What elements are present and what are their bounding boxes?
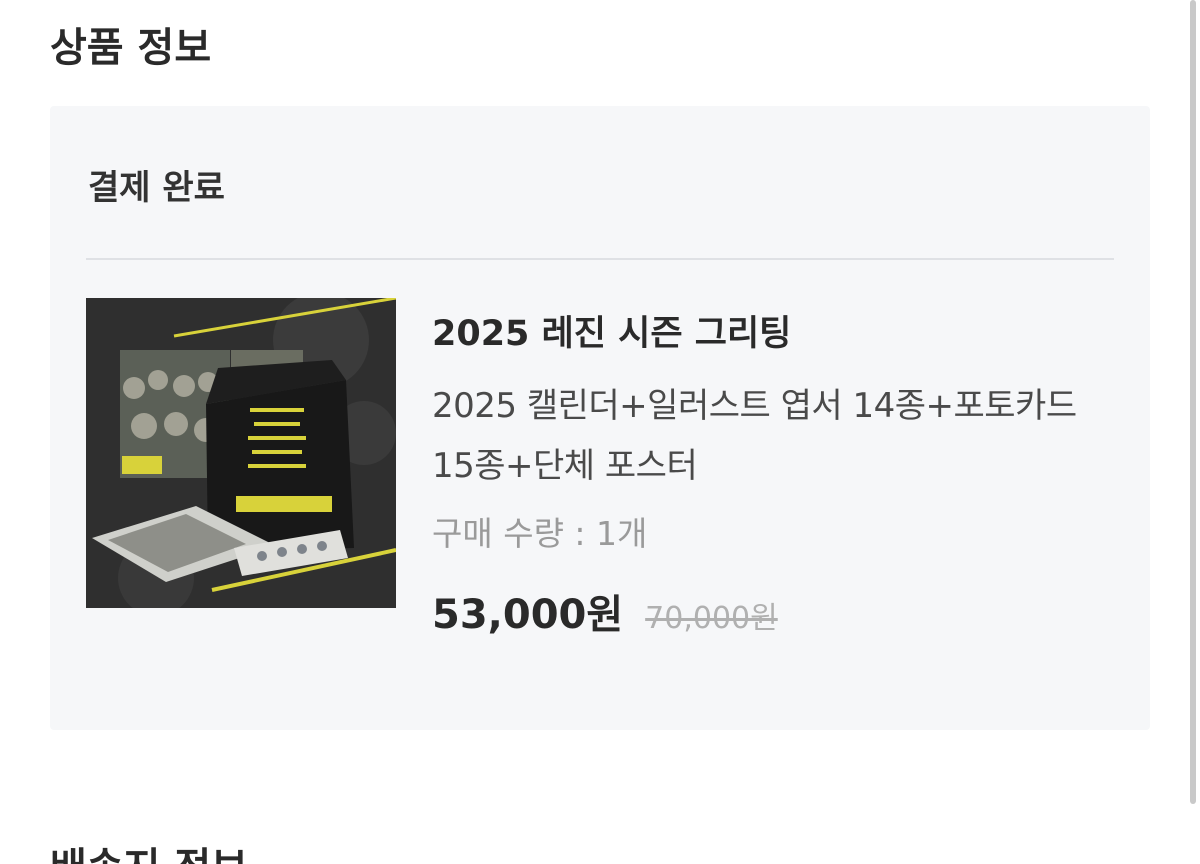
product-info: 2025 레진 시즌 그리팅 2025 캘린더+일러스트 엽서 14종+포토카드…: [432, 310, 1122, 640]
quantity-row: 구매 수량 : 1개: [432, 510, 1122, 558]
product-name[interactable]: 2025 레진 시즌 그리팅: [432, 310, 1122, 358]
order-card: 결제 완료 2025 레진 시즌 그리팅 2025 캘린더+일러스트 엽서 14…: [50, 106, 1150, 730]
page: 상품 정보 결제 완료 2025 레진 시즌 그리팅 2025 캘린더+일러스트…: [0, 0, 1200, 864]
product-thumbnail[interactable]: [86, 298, 396, 608]
order-status: 결제 완료: [88, 168, 225, 208]
original-price: 70,000원: [645, 601, 778, 636]
scrollbar[interactable]: [1190, 0, 1196, 804]
divider: [86, 258, 1114, 260]
price-row: 53,000원 70,000원: [432, 582, 1122, 640]
product-description: 2025 캘린더+일러스트 엽서 14종+포토카드 15종+단체 포스터: [432, 386, 1077, 486]
quantity-label: 구매 수량 :: [432, 514, 597, 553]
shipping-section-title: 배송지 정보: [50, 842, 248, 864]
quantity-value: 1개: [596, 514, 648, 553]
sale-price: 53,000원: [432, 592, 624, 638]
section-title: 상품 정보: [50, 25, 212, 71]
